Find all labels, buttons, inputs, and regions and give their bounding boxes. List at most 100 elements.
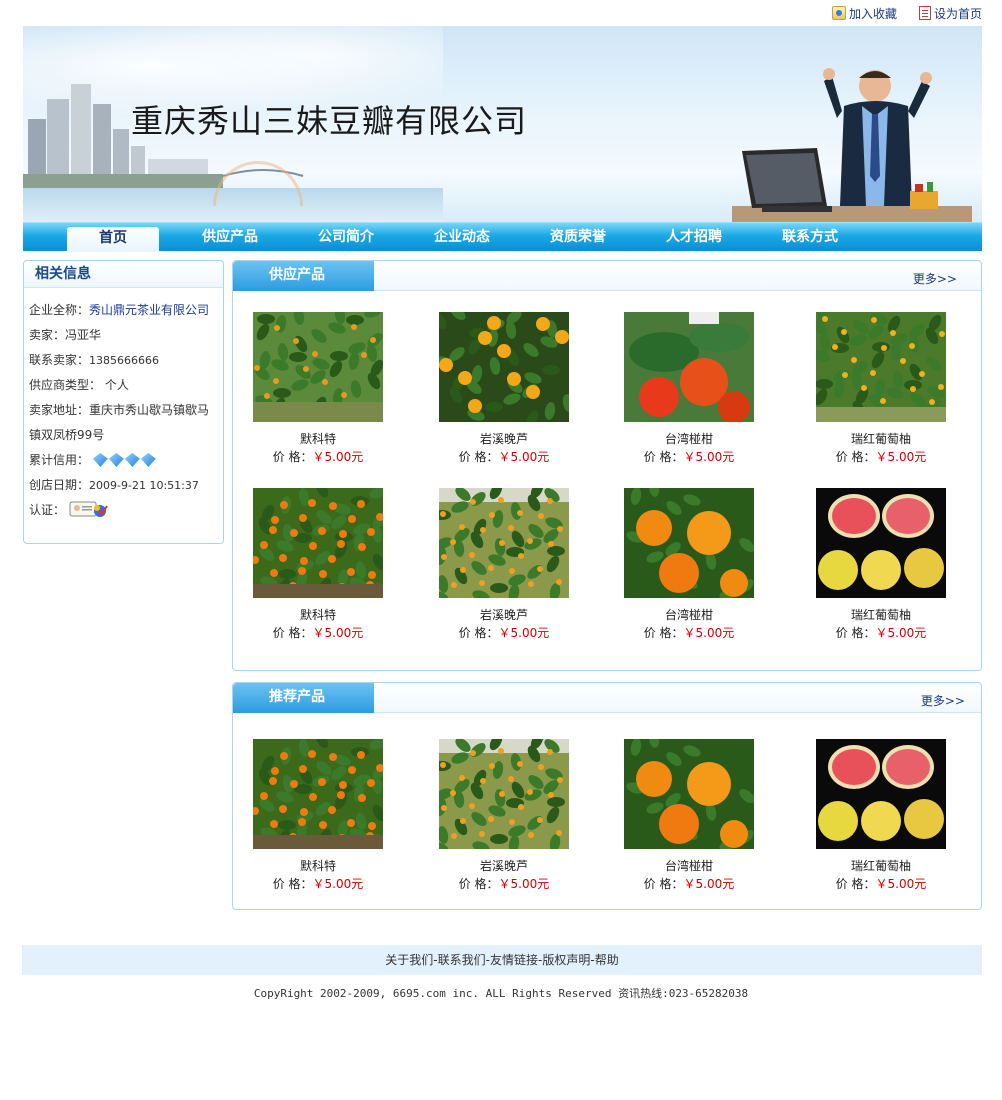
add-favorite-link[interactable]: 加入收藏 bbox=[831, 5, 897, 22]
page-icon bbox=[918, 6, 931, 20]
product-card: 台湾椪柑价 格：￥5.00元 bbox=[609, 312, 769, 465]
company-row: 企业全称：秀山鼎元茶业有限公司 bbox=[29, 298, 219, 323]
product-image[interactable] bbox=[624, 739, 754, 849]
supplier-type-label: 供应商类型： bbox=[29, 378, 102, 392]
footer-links: 关于我们-联系我们-友情链接-版权声明-帮助 bbox=[22, 945, 982, 975]
product-price: 价 格：￥5.00元 bbox=[801, 625, 961, 641]
product-card: 台湾椪柑价 格：￥5.00元 bbox=[609, 488, 769, 641]
nav-news[interactable]: 企业动态 bbox=[417, 223, 507, 252]
product-name[interactable]: 岩溪晚芦 bbox=[424, 431, 584, 447]
price-label: 价 格： bbox=[458, 450, 499, 464]
price-label: 价 格： bbox=[272, 450, 313, 464]
price-value: ￥5.00元 bbox=[498, 450, 550, 464]
product-card: 瑞红葡萄柚价 格：￥5.00元 bbox=[801, 488, 961, 641]
product-price: 价 格：￥5.00元 bbox=[424, 449, 584, 465]
nav-jobs[interactable]: 人才招聘 bbox=[649, 223, 739, 252]
product-price: 价 格：￥5.00元 bbox=[424, 625, 584, 641]
product-price: 价 格：￥5.00元 bbox=[801, 449, 961, 465]
certification-icon[interactable] bbox=[69, 499, 109, 519]
copyright-text: CopyRight 2002-2009, 6695.com inc. ALL R… bbox=[253, 987, 749, 1000]
product-price: 价 格：￥5.00元 bbox=[801, 876, 961, 892]
supply-more-link[interactable]: 更多>> bbox=[913, 270, 957, 287]
product-price: 价 格：￥5.00元 bbox=[238, 625, 398, 641]
set-homepage-label: 设为首页 bbox=[933, 6, 982, 21]
footer-link[interactable]: 帮助 bbox=[595, 953, 619, 967]
product-image[interactable] bbox=[816, 739, 946, 849]
product-card: 瑞红葡萄柚价 格：￥5.00元 bbox=[801, 739, 961, 892]
contact-label: 联系卖家： bbox=[29, 353, 90, 367]
credit-label: 累计信用： bbox=[29, 453, 90, 467]
nav-honors[interactable]: 资质荣誉 bbox=[533, 223, 623, 252]
product-price: 价 格：￥5.00元 bbox=[238, 876, 398, 892]
product-image[interactable] bbox=[253, 488, 383, 598]
contact-row: 联系卖家：1385666666 bbox=[29, 348, 219, 373]
price-label: 价 格： bbox=[458, 626, 499, 640]
price-value: ￥5.00元 bbox=[498, 626, 550, 640]
product-name[interactable]: 台湾椪柑 bbox=[609, 858, 769, 874]
product-name[interactable]: 台湾椪柑 bbox=[609, 431, 769, 447]
price-value: ￥5.00元 bbox=[875, 450, 927, 464]
diamond-icon bbox=[108, 453, 124, 467]
product-name[interactable]: 瑞红葡萄柚 bbox=[801, 858, 961, 874]
company-label: 企业全称： bbox=[29, 303, 90, 317]
nav-contact[interactable]: 联系方式 bbox=[765, 223, 855, 252]
product-card: 瑞红葡萄柚价 格：￥5.00元 bbox=[801, 312, 961, 465]
product-card: 台湾椪柑价 格：￥5.00元 bbox=[609, 739, 769, 892]
product-name[interactable]: 岩溪晚芦 bbox=[424, 858, 584, 874]
recommended-more-link[interactable]: 更多>> bbox=[921, 692, 965, 709]
address-row: 卖家地址：重庆市秀山歇马镇歇马镇双凤桥99号 bbox=[29, 398, 219, 448]
footer-link[interactable]: 联系我们 bbox=[438, 953, 486, 967]
nav-home[interactable]: 首页 bbox=[67, 227, 159, 252]
price-label: 价 格： bbox=[643, 626, 684, 640]
product-image[interactable] bbox=[253, 312, 383, 422]
price-value: ￥5.00元 bbox=[312, 450, 364, 464]
certification-row: 认证： bbox=[29, 498, 219, 523]
price-label: 价 格： bbox=[835, 450, 876, 464]
product-name[interactable]: 瑞红葡萄柚 bbox=[801, 431, 961, 447]
product-price: 价 格：￥5.00元 bbox=[424, 876, 584, 892]
product-image[interactable] bbox=[439, 488, 569, 598]
product-name[interactable]: 瑞红葡萄柚 bbox=[801, 607, 961, 623]
footer-link[interactable]: 版权声明 bbox=[542, 953, 590, 967]
product-price: 价 格：￥5.00元 bbox=[609, 449, 769, 465]
price-value: ￥5.00元 bbox=[312, 877, 364, 891]
set-homepage-link[interactable]: 设为首页 bbox=[918, 5, 982, 22]
product-image[interactable] bbox=[439, 739, 569, 849]
product-image[interactable] bbox=[624, 488, 754, 598]
product-image[interactable] bbox=[253, 739, 383, 849]
product-card: 岩溪晚芦价 格：￥5.00元 bbox=[424, 739, 584, 892]
product-name[interactable]: 默科特 bbox=[238, 858, 398, 874]
product-name[interactable]: 默科特 bbox=[238, 431, 398, 447]
seller-value: 冯亚华 bbox=[65, 328, 102, 342]
footer-link[interactable]: 关于我们 bbox=[385, 953, 433, 967]
open-date-value: 2009-9-21 10:51:37 bbox=[89, 479, 199, 492]
credit-rating bbox=[92, 453, 157, 467]
product-image[interactable] bbox=[624, 312, 754, 422]
address-label: 卖家地址： bbox=[29, 403, 90, 417]
price-value: ￥5.00元 bbox=[498, 877, 550, 891]
product-name[interactable]: 默科特 bbox=[238, 607, 398, 623]
footer-link[interactable]: 友情链接 bbox=[490, 953, 538, 967]
product-image[interactable] bbox=[816, 312, 946, 422]
add-favorite-label: 加入收藏 bbox=[848, 6, 897, 21]
supply-products-title: 供应产品 bbox=[233, 261, 374, 291]
price-value: ￥5.00元 bbox=[875, 877, 927, 891]
certification-label: 认证： bbox=[29, 503, 66, 517]
company-name-link[interactable]: 秀山鼎元茶业有限公司 bbox=[89, 303, 209, 317]
product-name[interactable]: 岩溪晚芦 bbox=[424, 607, 584, 623]
favorite-icon bbox=[831, 6, 846, 20]
diamond-icon bbox=[92, 453, 108, 467]
nav-products[interactable]: 供应产品 bbox=[185, 223, 275, 252]
product-image[interactable] bbox=[439, 312, 569, 422]
open-date-row: 创店日期：2009-9-21 10:51:37 bbox=[29, 473, 219, 498]
product-card: 岩溪晚芦价 格：￥5.00元 bbox=[424, 312, 584, 465]
nav-about[interactable]: 公司简介 bbox=[301, 223, 391, 252]
company-title: 重庆秀山三妹豆瓣有限公司 bbox=[131, 102, 528, 140]
price-label: 价 格： bbox=[458, 877, 499, 891]
supplier-type-row: 供应商类型： 个人 bbox=[29, 373, 219, 398]
price-label: 价 格： bbox=[643, 450, 684, 464]
product-name[interactable]: 台湾椪柑 bbox=[609, 607, 769, 623]
product-price: 价 格：￥5.00元 bbox=[238, 449, 398, 465]
product-image[interactable] bbox=[816, 488, 946, 598]
product-price: 价 格：￥5.00元 bbox=[609, 876, 769, 892]
